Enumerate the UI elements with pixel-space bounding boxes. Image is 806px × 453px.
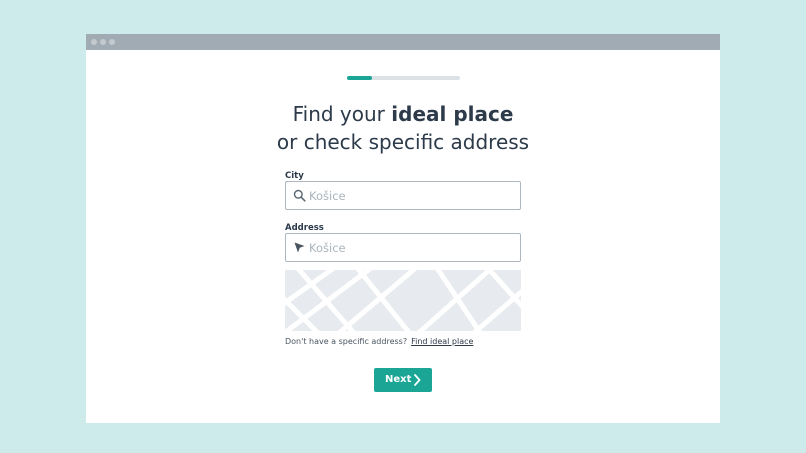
address-field[interactable] bbox=[285, 233, 521, 262]
title-line-1: Find your ideal place bbox=[86, 100, 720, 128]
city-field[interactable] bbox=[285, 181, 521, 210]
page-title: Find your ideal place or check specific … bbox=[86, 100, 720, 156]
window-dot bbox=[91, 39, 97, 45]
find-ideal-place-link[interactable]: Find ideal place bbox=[411, 337, 473, 346]
location-arrow-icon bbox=[294, 242, 305, 253]
window-titlebar bbox=[86, 34, 720, 50]
browser-window: Find your ideal place or check specific … bbox=[86, 34, 720, 423]
step-progress-fill bbox=[347, 76, 372, 80]
map-preview[interactable] bbox=[285, 270, 521, 331]
hint-text: Don't have a specific address? bbox=[285, 337, 408, 346]
address-input[interactable] bbox=[309, 234, 514, 261]
title-line-2: or check specific address bbox=[276, 130, 530, 154]
next-button[interactable]: Next bbox=[374, 368, 432, 392]
window-dot bbox=[109, 39, 115, 45]
address-label: Address bbox=[285, 223, 324, 233]
search-icon bbox=[293, 189, 306, 202]
next-button-label: Next bbox=[385, 374, 412, 385]
step-progress-bar bbox=[347, 76, 460, 80]
chevron-right-icon bbox=[414, 374, 421, 386]
title-emphasis: ideal place bbox=[391, 102, 514, 126]
map-streets bbox=[285, 270, 521, 331]
title-prefix: Find your bbox=[292, 102, 392, 126]
city-label: City bbox=[285, 171, 304, 181]
address-hint: Don't have a specific address? Find ideal… bbox=[285, 337, 473, 346]
city-input[interactable] bbox=[309, 182, 514, 209]
window-dot bbox=[100, 39, 106, 45]
